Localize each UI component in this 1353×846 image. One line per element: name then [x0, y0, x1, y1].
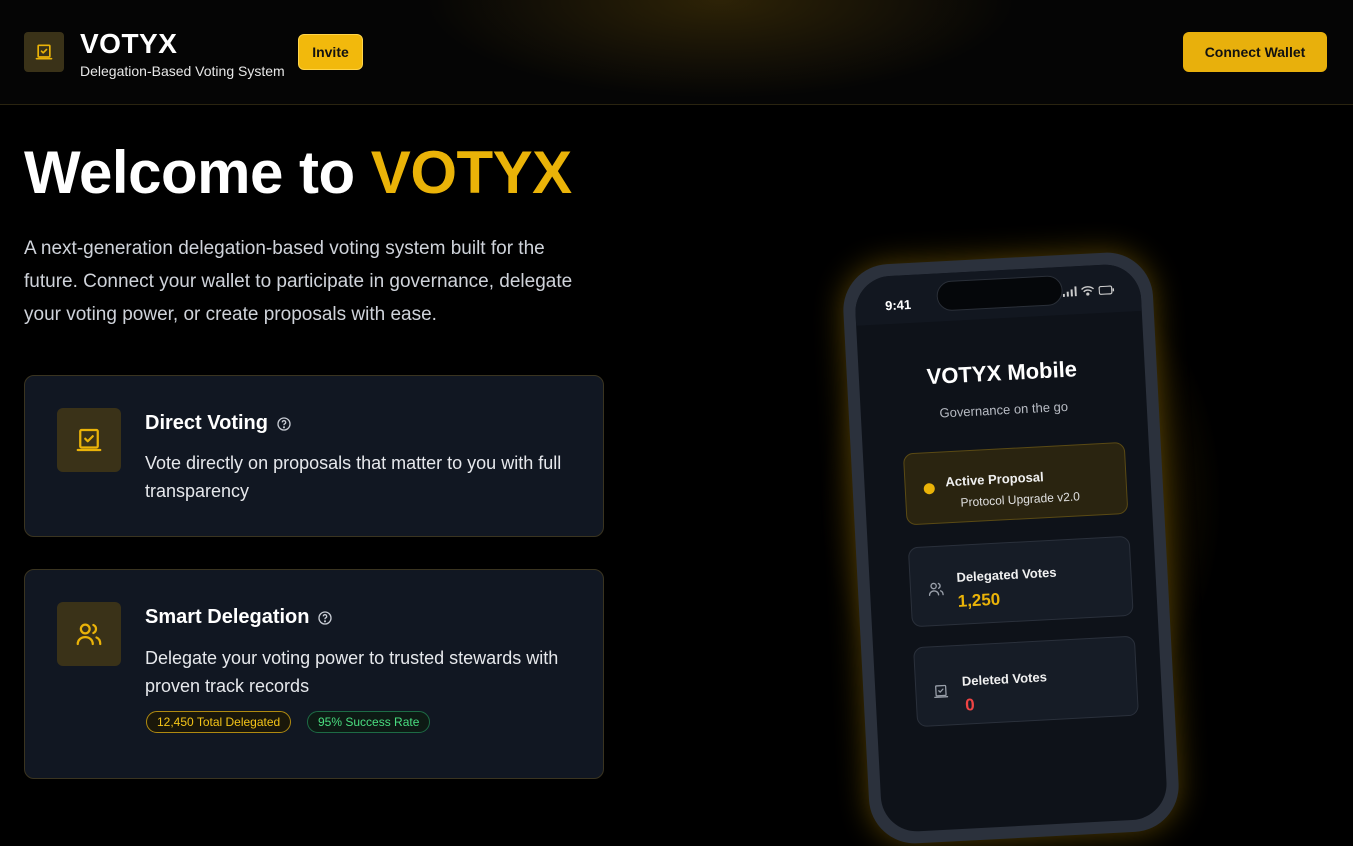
page-title: Welcome to VOTYX	[24, 138, 572, 207]
feature-card-smart-delegation[interactable]: Smart Delegation Delegate your voting po…	[24, 569, 604, 779]
deleted-votes-card[interactable]: Deleted Votes 0	[913, 635, 1139, 728]
connect-wallet-button[interactable]: Connect Wallet	[1183, 32, 1327, 72]
success-rate-badge: 95% Success Rate	[307, 711, 431, 733]
wifi-icon	[1081, 286, 1094, 296]
delegated-votes-label: Delegated Votes	[956, 564, 1057, 585]
active-proposal-card[interactable]: Active Proposal Protocol Upgrade v2.0	[902, 441, 1129, 526]
help-icon[interactable]	[276, 416, 292, 432]
feature-text: Delegate your voting power to trusted st…	[145, 648, 559, 696]
phone-screen: 9:41 VOTYX Mobile Governance on the go A…	[853, 262, 1169, 834]
delegated-votes-value: 1,250	[957, 589, 1001, 611]
mobile-app-subtitle: Governance on the go	[939, 398, 1069, 421]
brand-name: VOTYX	[80, 28, 178, 59]
feature-text: Vote directly on proposals that matter t…	[145, 453, 562, 501]
hero-description: A next-generation delegation-based votin…	[24, 238, 573, 325]
signal-icon	[1062, 286, 1077, 297]
dynamic-island	[935, 274, 1064, 312]
title-accent: VOTYX	[370, 139, 572, 206]
logo[interactable]	[24, 32, 64, 72]
phone-mockup: 9:41 VOTYX Mobile Governance on the go A…	[841, 250, 1181, 846]
feature-title-row: Smart Delegation	[145, 606, 333, 629]
active-status-dot	[923, 482, 936, 495]
deleted-votes-value: 0	[964, 695, 976, 715]
feature-title: Smart Delegation	[145, 606, 310, 628]
feature-icon-box	[57, 602, 121, 666]
total-delegated-badge: 12,450 Total Delegated	[146, 711, 292, 733]
status-bar: 9:41	[853, 262, 1142, 326]
active-proposal-detail: Protocol Upgrade v2.0	[960, 489, 1081, 510]
delegated-votes-card[interactable]: Delegated Votes 1,250	[907, 535, 1134, 628]
ballot-box-icon	[76, 428, 102, 452]
status-icons	[1062, 284, 1115, 297]
invite-button[interactable]: Invite	[298, 34, 363, 70]
ballot-box-icon	[35, 44, 53, 60]
feature-card-direct-voting[interactable]: Direct Voting Vote directly on proposals…	[24, 375, 604, 537]
top-header: VOTYX Delegation-Based Voting System Inv…	[0, 0, 1353, 105]
active-proposal-label: Active Proposal	[945, 469, 1044, 490]
help-icon[interactable]	[317, 610, 333, 626]
brand-tagline: Delegation-Based Voting System	[80, 63, 285, 79]
feature-title: Direct Voting	[145, 412, 268, 434]
users-icon	[76, 623, 102, 646]
feature-icon-box	[57, 408, 121, 472]
mobile-app-title: VOTYX Mobile	[926, 356, 1078, 390]
title-prefix: Welcome to	[24, 139, 371, 206]
status-time: 9:41	[884, 296, 912, 314]
battery-icon	[1098, 284, 1115, 295]
deleted-votes-label: Deleted Votes	[961, 669, 1048, 689]
feature-title-row: Direct Voting	[145, 412, 292, 435]
ballot-box-icon	[934, 684, 949, 698]
users-icon	[928, 582, 944, 596]
